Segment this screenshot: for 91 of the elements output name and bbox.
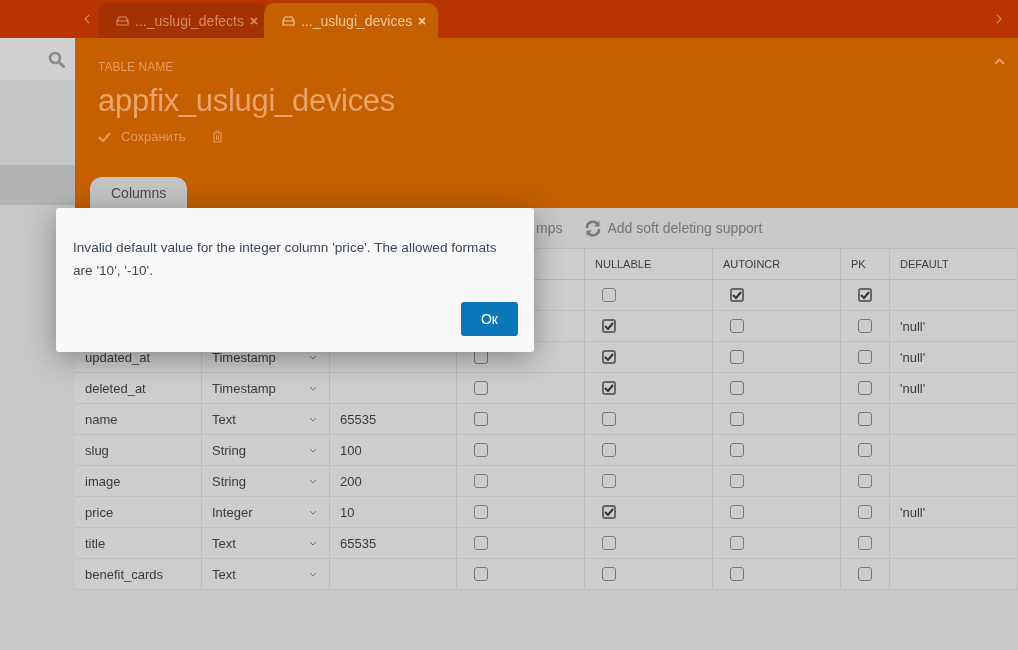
length-value[interactable]: 10 xyxy=(340,504,355,520)
table-cell: image xyxy=(85,473,121,489)
checkbox[interactable] xyxy=(602,474,616,488)
checkbox[interactable] xyxy=(730,474,744,488)
table-cell: slug xyxy=(85,442,109,458)
checkbox[interactable] xyxy=(602,288,616,302)
type-select[interactable]: Text xyxy=(212,411,317,427)
checkbox[interactable] xyxy=(858,505,872,519)
table-cell: name xyxy=(85,411,118,427)
checkbox[interactable] xyxy=(602,567,616,581)
table-cell: updated_at xyxy=(85,349,151,365)
default-value[interactable]: 'null' xyxy=(900,380,926,396)
table-name-title: appfix_uslugi_devices xyxy=(98,83,395,119)
checkbox[interactable] xyxy=(474,381,488,395)
chevron-down-icon xyxy=(309,478,317,484)
table-name-label: TABLE NAME xyxy=(98,60,174,74)
default-value[interactable]: 'null' xyxy=(900,318,926,334)
checkbox[interactable] xyxy=(474,443,488,457)
checkbox[interactable] xyxy=(858,381,872,395)
refresh-icon xyxy=(584,219,603,237)
chevron-down-icon xyxy=(309,416,317,422)
check-icon xyxy=(98,131,111,142)
checkbox[interactable] xyxy=(858,567,872,581)
search-icon xyxy=(48,50,65,68)
column-header: AUTOINCR xyxy=(723,258,781,270)
dialog-message: Invalid default value for the integer column 'price'. The allowed formats are '10', '-10'. xyxy=(73,239,498,280)
checkbox[interactable] xyxy=(474,412,488,426)
type-select[interactable]: Text xyxy=(212,535,317,551)
checkbox[interactable] xyxy=(730,319,744,333)
type-select[interactable]: String xyxy=(212,473,317,489)
column-header: NULLABLE xyxy=(595,258,652,270)
tab-label: ..._uslugi_defects xyxy=(135,12,244,29)
type-select[interactable]: Timestamp xyxy=(212,349,317,365)
checkbox[interactable] xyxy=(602,319,616,333)
type-select[interactable]: String xyxy=(212,442,317,458)
table-cell: price xyxy=(85,504,114,520)
chevron-down-icon xyxy=(309,571,317,577)
tab-label: ..._uslugi_devices xyxy=(300,12,413,29)
checkbox[interactable] xyxy=(730,381,744,395)
checkbox[interactable] xyxy=(474,567,488,581)
table-cell: title xyxy=(85,535,106,551)
chevron-down-icon xyxy=(309,447,317,453)
column-header: DEFAULT xyxy=(900,258,949,270)
type-select[interactable]: Integer xyxy=(212,504,317,520)
collapse-chevron-icon[interactable] xyxy=(994,58,1005,65)
checkbox[interactable] xyxy=(858,474,872,488)
checkbox[interactable] xyxy=(858,443,872,457)
trash-icon[interactable] xyxy=(211,130,223,143)
column-header: PK xyxy=(851,258,866,270)
checkbox[interactable] xyxy=(602,350,616,364)
length-value[interactable]: 100 xyxy=(340,442,362,458)
checkbox[interactable] xyxy=(602,412,616,426)
drive-icon xyxy=(116,15,129,26)
checkbox[interactable] xyxy=(602,536,616,550)
length-value[interactable]: 65535 xyxy=(340,535,377,551)
checkbox[interactable] xyxy=(602,443,616,457)
checkbox[interactable] xyxy=(858,319,872,333)
checkbox[interactable] xyxy=(474,536,488,550)
chevron-down-icon xyxy=(309,354,317,360)
checkbox[interactable] xyxy=(602,381,616,395)
checkbox[interactable] xyxy=(474,505,488,519)
checkbox[interactable] xyxy=(730,412,744,426)
chevron-down-icon xyxy=(309,385,317,391)
checkbox[interactable] xyxy=(474,474,488,488)
table-cell: deleted_at xyxy=(85,380,146,396)
checkbox[interactable] xyxy=(730,443,744,457)
type-select[interactable]: Timestamp xyxy=(212,380,317,396)
checkbox[interactable] xyxy=(730,505,744,519)
ok-button[interactable]: Ок xyxy=(461,302,518,336)
checkbox[interactable] xyxy=(858,288,872,302)
drive-icon xyxy=(281,15,295,26)
checkbox[interactable] xyxy=(858,350,872,364)
table-cell: benefit_cards xyxy=(85,566,164,582)
default-value[interactable]: 'null' xyxy=(900,349,926,365)
checkbox[interactable] xyxy=(730,288,744,302)
columns-tab[interactable]: Columns xyxy=(90,177,188,208)
checkbox[interactable] xyxy=(730,536,744,550)
checkbox[interactable] xyxy=(858,412,872,426)
chevron-down-icon xyxy=(309,509,317,515)
checkbox[interactable] xyxy=(730,350,744,364)
close-icon[interactable] xyxy=(418,16,427,25)
checkbox[interactable] xyxy=(730,567,744,581)
length-value[interactable]: 65535 xyxy=(340,411,377,427)
checkbox[interactable] xyxy=(602,505,616,519)
chevron-down-icon xyxy=(309,540,317,546)
length-value[interactable]: 200 xyxy=(340,473,362,489)
close-icon[interactable] xyxy=(249,16,258,25)
type-select[interactable]: Text xyxy=(212,566,317,582)
default-value[interactable]: 'null' xyxy=(900,504,926,520)
checkbox[interactable] xyxy=(858,536,872,550)
search-field[interactable] xyxy=(0,38,75,80)
